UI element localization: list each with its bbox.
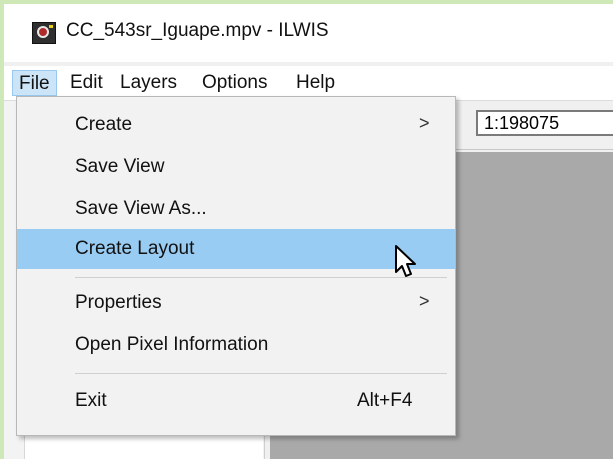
menu-separator (75, 277, 447, 278)
menu-item-label: Open Pixel Information (75, 334, 269, 355)
menu-item-label: Save View (75, 156, 165, 177)
menu-layers[interactable]: Layers (114, 70, 183, 96)
chevron-right-icon: > (419, 113, 430, 133)
menu-item-save-view-as[interactable]: Save View As... (17, 189, 455, 229)
menu-item-properties[interactable]: Properties > (17, 283, 455, 323)
chevron-right-icon: > (419, 291, 430, 311)
file-menu-dropdown: Create > Save View Save View As... Creat… (16, 96, 456, 436)
shortcut-text: Alt+F4 (357, 390, 413, 411)
title-bar: CC_543sr_Iguape.mpv - ILWIS (4, 4, 613, 62)
menu-options[interactable]: Options (196, 70, 273, 96)
menu-item-label: Properties (75, 292, 162, 313)
scale-field[interactable]: 1:198075 (476, 110, 613, 136)
menu-item-label: Create (75, 114, 133, 135)
menu-separator (75, 373, 447, 374)
menu-file[interactable]: File (12, 70, 57, 96)
menu-help[interactable]: Help (290, 70, 341, 96)
menu-item-open-pixel-information[interactable]: Open Pixel Information (17, 325, 455, 365)
menu-item-create-layout[interactable]: Create Layout (17, 229, 455, 269)
menu-item-label: Create Layout (75, 238, 195, 259)
mouse-pointer-icon (395, 245, 416, 277)
menu-edit[interactable]: Edit (64, 70, 109, 96)
menu-item-label: Exit (75, 390, 107, 411)
menu-item-create[interactable]: Create > (17, 105, 455, 145)
window-title: CC_543sr_Iguape.mpv - ILWIS (66, 20, 329, 41)
camera-icon (32, 22, 56, 44)
menu-item-save-view[interactable]: Save View (17, 147, 455, 187)
menu-item-exit[interactable]: Exit Alt+F4 (17, 381, 455, 421)
menu-item-label: Save View As... (75, 198, 207, 219)
